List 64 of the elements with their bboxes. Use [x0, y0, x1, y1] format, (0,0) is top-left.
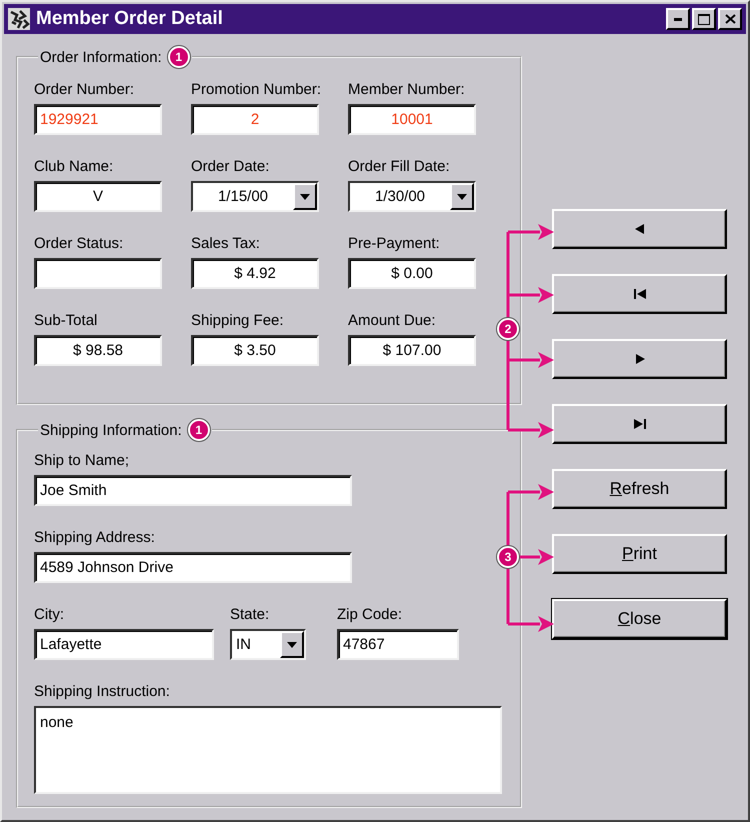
field-label: Order Status:	[34, 234, 124, 254]
input-field[interactable]: 4589 Johnson Drive	[34, 552, 352, 583]
input-field[interactable]: 2	[191, 104, 319, 135]
close-button[interactable]	[718, 8, 742, 30]
minimize-icon	[674, 18, 682, 20]
action-button[interactable]: Refresh	[552, 469, 727, 509]
dropdown-arrow-icon	[300, 194, 310, 200]
field-label: Shipping Address:	[34, 528, 155, 548]
input-field[interactable]: V	[34, 181, 162, 212]
dropdown-arrow-icon	[287, 642, 297, 648]
input-field[interactable]: $ 98.58	[34, 335, 162, 366]
input-field[interactable]: $ 0.00	[348, 258, 476, 289]
date-dropdown[interactable]: IN	[230, 629, 306, 660]
window-title: Member Order Detail	[36, 8, 224, 30]
close-icon	[724, 14, 736, 24]
input-field[interactable]: 10001	[348, 104, 476, 135]
field-label: City:	[34, 605, 64, 625]
date-dropdown[interactable]: 1/30/00	[348, 181, 476, 212]
maximize-button[interactable]	[692, 8, 716, 30]
callout-badge: 1	[168, 46, 190, 68]
next-icon	[634, 354, 646, 364]
input-field[interactable]: $ 107.00	[348, 335, 476, 366]
previous-icon	[634, 224, 646, 234]
field-label: Zip Code:	[337, 605, 402, 625]
app-icon	[8, 8, 30, 30]
minimize-button[interactable]	[666, 8, 690, 30]
field-label: Order Date:	[191, 157, 270, 177]
field-label: Ship to Name;	[34, 451, 130, 471]
field-label: Shipping Fee:	[191, 311, 284, 331]
dropdown-arrow-icon	[457, 194, 467, 200]
callout-badge: 1	[188, 419, 210, 441]
input-field[interactable]: 1929921	[34, 104, 162, 135]
field-label: Order Number:	[34, 80, 134, 100]
field-label: Sales Tax:	[191, 234, 260, 254]
first-record-icon	[634, 289, 646, 299]
date-dropdown[interactable]: 1/15/00	[191, 181, 319, 212]
input-field[interactable]: 47867	[337, 629, 459, 660]
field-label: Shipping Instruction:	[34, 682, 170, 702]
input-field[interactable]: Lafayette	[34, 629, 214, 660]
instruction-field[interactable]: none	[34, 706, 502, 794]
field-label: Club Name:	[34, 157, 114, 177]
last-record-icon	[634, 419, 646, 429]
input-field[interactable]: Joe Smith	[34, 475, 352, 506]
field-label: Member Number:	[348, 80, 465, 100]
callout-badge: 3	[497, 546, 519, 568]
field-label: Promotion Number:	[191, 80, 322, 100]
field-label: Order Fill Date:	[348, 157, 450, 177]
callout-badge: 2	[497, 318, 519, 340]
input-field[interactable]	[34, 258, 162, 289]
field-label: Sub-Total	[34, 311, 98, 331]
field-label: Pre-Payment:	[348, 234, 440, 254]
navigation-button[interactable]	[552, 404, 727, 444]
field-label: State:	[230, 605, 270, 625]
navigation-button[interactable]	[552, 339, 727, 379]
field-label: Amount Due:	[348, 311, 436, 331]
group-title: Order Information:	[40, 48, 162, 66]
input-field[interactable]: $ 4.92	[191, 258, 319, 289]
navigation-button[interactable]	[552, 274, 727, 314]
action-button[interactable]: Close	[552, 599, 727, 639]
action-button[interactable]: Print	[552, 534, 727, 574]
input-field[interactable]: $ 3.50	[191, 335, 319, 366]
group-title: Shipping Information:	[40, 422, 182, 438]
navigation-button[interactable]	[552, 209, 727, 249]
maximize-icon	[698, 14, 710, 24]
